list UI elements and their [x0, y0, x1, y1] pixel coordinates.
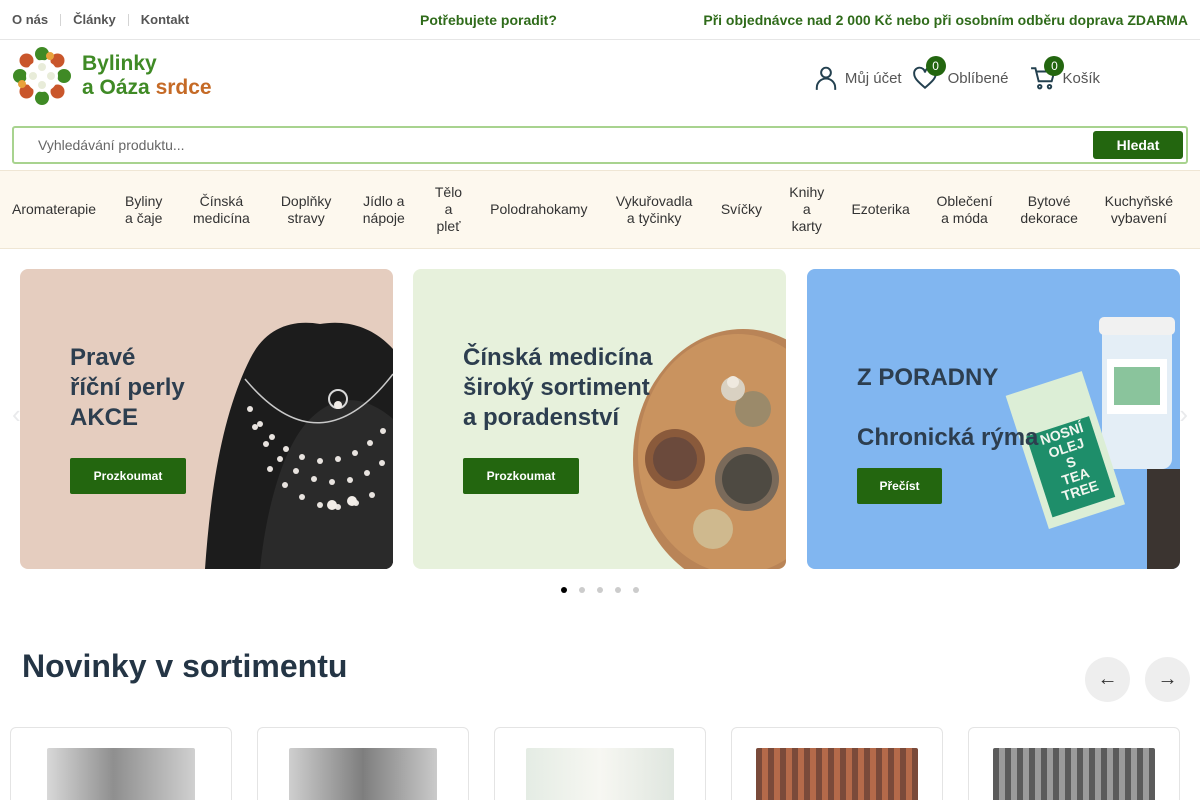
slide1-title-line1: Pravé	[70, 344, 136, 371]
slide2-title: Čínská medicína široký sortiment a porad…	[463, 343, 652, 433]
link-contact[interactable]: Kontakt	[141, 12, 189, 27]
logo-text: Bylinky a Oáza srdce	[82, 52, 212, 100]
link-about[interactable]: O nás	[12, 12, 48, 27]
slide2-title-line3: a poradenství	[463, 404, 620, 431]
link-articles[interactable]: Články	[73, 12, 116, 27]
nav-clothing[interactable]: Oblečení a móda	[934, 193, 994, 227]
divider	[60, 13, 62, 26]
slide-chinese-medicine[interactable]: Čínská medicína široký sortiment a porad…	[413, 269, 786, 569]
nav-home-decor[interactable]: Bytové dekorace	[1019, 193, 1079, 227]
slide3-title-line1: Z PORADNY	[857, 364, 999, 391]
nav-kitchen[interactable]: Kuchyňské vybavení	[1104, 193, 1174, 227]
slider-dot[interactable]	[633, 587, 639, 593]
user-icon	[815, 66, 837, 90]
slide3-title-line3: Chronická rýma	[857, 424, 1039, 451]
carousel-prev-button[interactable]: ←	[1085, 657, 1130, 702]
slide3-read-button[interactable]: Přečíst	[857, 468, 942, 504]
nav-aromatherapy[interactable]: Aromaterapie	[12, 201, 96, 218]
product-image	[289, 748, 437, 800]
slide1-title-line2: říční perly	[70, 374, 185, 401]
carousel-next-button[interactable]: →	[1145, 657, 1190, 702]
header-actions: Můj účet 0 Oblíbené 0 Košík	[803, 56, 1100, 91]
flower-logo-icon	[13, 47, 71, 105]
slide2-title-line1: Čínská medicína	[463, 344, 653, 371]
slide3-title: Z PORADNY Chronická rýma	[857, 363, 1038, 453]
hero-slider: Pravé říční perly AKCE Prozkoumat Čínská…	[0, 269, 1200, 569]
product-image	[756, 748, 918, 800]
search-input[interactable]	[14, 130, 1093, 160]
top-links: O nás Články Kontakt	[12, 12, 189, 27]
slider-dot[interactable]	[597, 587, 603, 593]
arrow-left-icon: ←	[1097, 668, 1118, 690]
favorites-count-badge: 0	[925, 56, 946, 76]
section-title: Novinky v sortimentu	[22, 648, 348, 684]
cart-button[interactable]: 0 Košík	[1030, 56, 1100, 91]
logo[interactable]: Bylinky a Oáza srdce	[12, 46, 212, 106]
category-nav: Aromaterapie Byliny a čaje Čínská medicí…	[0, 170, 1200, 249]
divider	[127, 13, 129, 26]
slide2-explore-button[interactable]: Prozkoumat	[463, 458, 579, 494]
nav-chinese-medicine[interactable]: Čínská medicína	[191, 193, 251, 227]
logo-line2-a: a Oáza	[82, 76, 150, 99]
logo-line2-b: srdce	[155, 76, 212, 99]
cart-label: Košík	[1062, 69, 1100, 87]
nav-supplements[interactable]: Doplňky stravy	[276, 193, 336, 227]
nav-esoterics[interactable]: Ezoterika	[851, 201, 909, 218]
slider-dots	[561, 587, 651, 593]
slider-dot[interactable]	[615, 587, 621, 593]
slide1-title: Pravé říční perly AKCE	[70, 343, 185, 433]
product-card[interactable]	[257, 727, 469, 800]
search-bar: Hledat	[12, 126, 1188, 164]
slide-pearls[interactable]: Pravé říční perly AKCE Prozkoumat	[20, 269, 393, 569]
slide1-title-line3: AKCE	[70, 404, 139, 431]
slider-dot[interactable]	[561, 587, 567, 593]
slide-advice-chronic-rhinitis[interactable]: NOSNÍ OLEJ S TEA TREE Z PORADNY Chronick…	[807, 269, 1180, 569]
arrow-right-icon: →	[1157, 668, 1178, 690]
nav-incense[interactable]: Vykuřovadla a tyčinky	[612, 193, 696, 227]
product-card[interactable]	[731, 727, 943, 800]
slider-next-arrow-icon[interactable]: ›	[1179, 399, 1188, 430]
nav-gemstones[interactable]: Polodrahokamy	[490, 201, 587, 218]
logo-line1: Bylinky	[82, 52, 157, 75]
product-card[interactable]	[968, 727, 1180, 800]
nav-body-skin[interactable]: Tělo a pleť	[431, 184, 465, 235]
slide2-title-line2: široký sortiment	[463, 374, 650, 401]
shipping-notice: Při objednávce nad 2 000 Kč nebo při oso…	[703, 11, 1188, 28]
product-image	[526, 748, 674, 800]
slider-dot[interactable]	[579, 587, 585, 593]
favorites-label: Oblíbené	[947, 69, 1009, 87]
nav-candles[interactable]: Svíčky	[721, 201, 762, 218]
product-card[interactable]	[494, 727, 706, 800]
logo-line2: a Oáza srdce	[82, 76, 212, 100]
nav-food-drinks[interactable]: Jídlo a nápoje	[361, 193, 407, 227]
product-card[interactable]	[10, 727, 232, 800]
slider-prev-arrow-icon[interactable]: ‹	[12, 399, 21, 430]
nav-herbs-teas[interactable]: Byliny a čaje	[121, 193, 167, 227]
top-bar: O nás Články Kontakt Potřebujete poradit…	[0, 0, 1200, 40]
header: Bylinky a Oáza srdce Můj účet 0 Oblíbené…	[0, 40, 1200, 126]
product-image	[993, 748, 1155, 800]
nav-books-cards[interactable]: Knihy a karty	[787, 184, 827, 235]
account-button[interactable]: Můj účet	[813, 65, 902, 91]
favorites-button[interactable]: 0 Oblíbené	[912, 56, 1009, 91]
cart-count-badge: 0	[1044, 56, 1065, 76]
account-label: Můj účet	[844, 69, 902, 87]
advice-link[interactable]: Potřebujete poradit?	[420, 12, 557, 28]
slide1-explore-button[interactable]: Prozkoumat	[70, 458, 186, 494]
search-button[interactable]: Hledat	[1093, 131, 1183, 159]
product-image	[47, 748, 195, 800]
